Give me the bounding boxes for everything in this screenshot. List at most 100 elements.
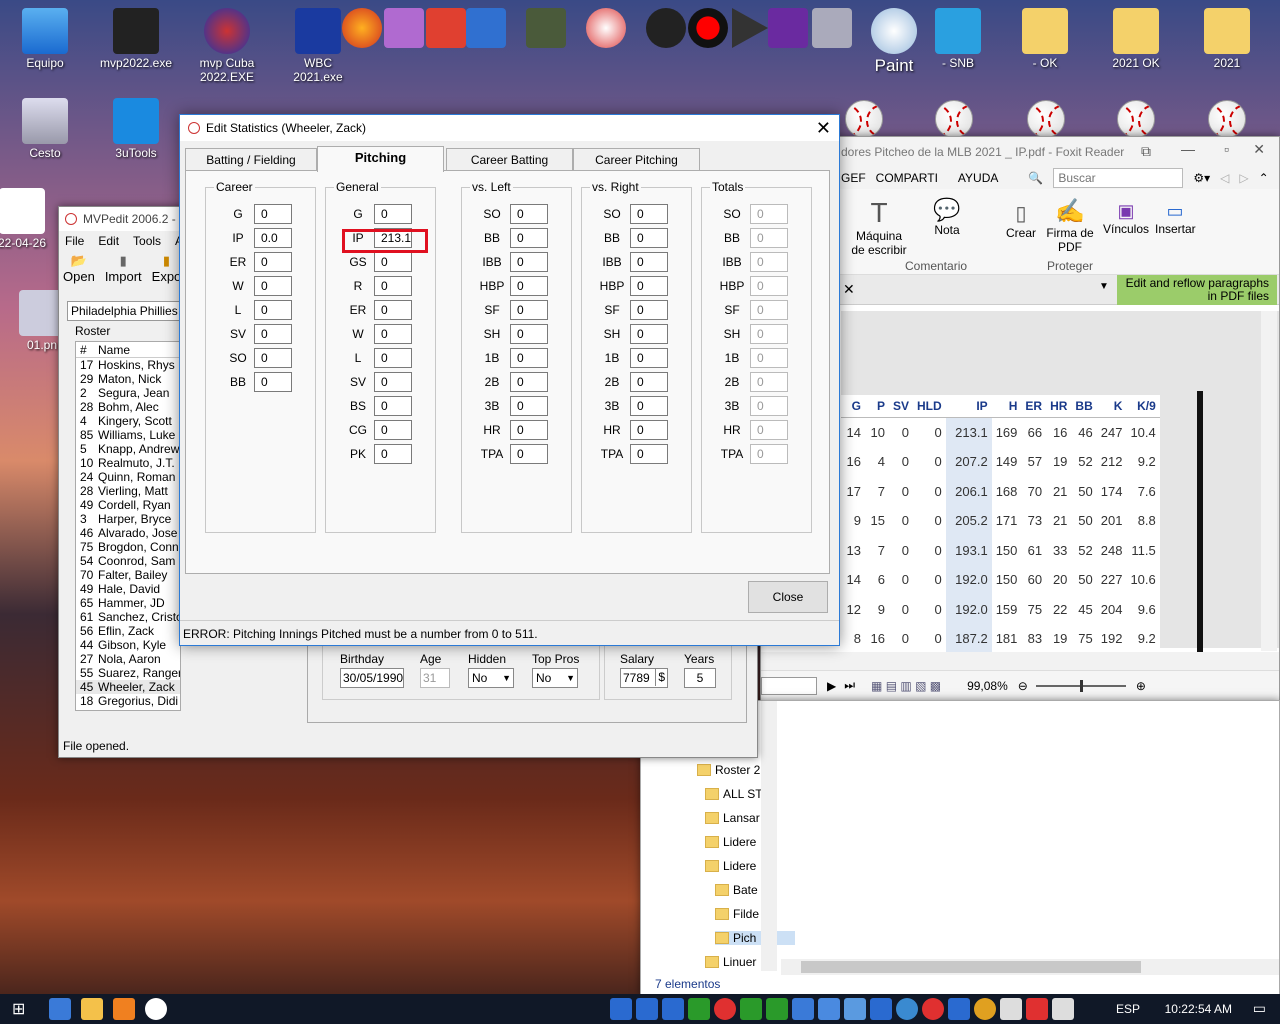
magic-wand-icon[interactable] <box>384 8 424 48</box>
desktop-icon-mvp2022[interactable]: mvp2022.exe <box>96 8 176 70</box>
stat-field-sh[interactable]: 0 <box>630 324 668 344</box>
column-header[interactable]: ER <box>1021 395 1047 418</box>
roster-row[interactable]: 75 Brogdon, Conno <box>76 540 180 554</box>
note-button[interactable]: 💬 Nota <box>927 197 967 237</box>
horizontal-scrollbar[interactable] <box>761 652 1279 670</box>
tray-icon[interactable] <box>792 998 814 1020</box>
column-header[interactable]: SV <box>889 395 914 418</box>
stat-field-sf[interactable]: 0 <box>510 300 548 320</box>
clock[interactable]: 10:22:54 AM <box>1165 1002 1232 1016</box>
baseball-icon[interactable] <box>1117 100 1155 138</box>
restore-icon[interactable]: ⧉ <box>1141 143 1151 160</box>
tree-item[interactable]: ALL ST <box>705 787 763 801</box>
roster-row[interactable]: 5 Knapp, Andrew <box>76 442 180 456</box>
tab-career-pitching[interactable]: Career Pitching <box>573 148 700 170</box>
top-pros-select[interactable]: No ▼ <box>532 668 578 688</box>
desktop-icon-2021ok[interactable]: 2021 OK <box>1096 8 1176 70</box>
column-header[interactable]: H <box>991 395 1022 418</box>
stat-field-hbp[interactable]: 0 <box>510 276 548 296</box>
roster-row[interactable]: 17 Hoskins, Rhys <box>76 358 180 372</box>
roster-row[interactable]: 29 Maton, Nick <box>76 372 180 386</box>
tree-item[interactable]: Lansar <box>705 811 760 825</box>
stat-field-sf[interactable]: 0 <box>630 300 668 320</box>
zoom-in-icon[interactable]: ⊕ <box>1136 679 1146 693</box>
stat-field-3b[interactable]: 0 <box>510 396 548 416</box>
tray-icon[interactable] <box>636 998 658 1020</box>
tray-icon[interactable] <box>1000 998 1022 1020</box>
tree-item[interactable]: Lidere <box>705 835 756 849</box>
tray-icon[interactable] <box>922 998 944 1020</box>
tray-icon[interactable] <box>714 998 736 1020</box>
cubes-icon[interactable] <box>466 8 506 48</box>
scrollbar-thumb[interactable] <box>801 961 1141 973</box>
tree-item[interactable]: Lidere <box>705 859 756 873</box>
minimize-icon[interactable]: — <box>1181 141 1195 157</box>
close-button[interactable]: Close <box>748 581 828 613</box>
volume-icon[interactable] <box>1052 998 1074 1020</box>
stat-field-l[interactable]: 0 <box>254 300 292 320</box>
zoom-level[interactable]: 99,08% <box>967 679 1008 693</box>
stat-field-w[interactable]: 0 <box>254 276 292 296</box>
view-mode-icon[interactable]: ▦ ▤ ▥ ▧ ▩ <box>871 679 941 693</box>
notification-icon[interactable]: ▭ <box>1253 1000 1266 1017</box>
maximize-icon[interactable]: ▫ <box>1224 141 1229 157</box>
stat-field-ip[interactable]: 0.0 <box>254 228 292 248</box>
desktop-icon-ok[interactable]: - OK <box>1005 8 1085 70</box>
import-button[interactable]: ▮ Import <box>105 253 142 284</box>
tray-icon[interactable] <box>948 998 970 1020</box>
roster-row[interactable]: 10 Realmuto, J.T. <box>76 456 180 470</box>
camera-icon[interactable] <box>812 8 852 48</box>
open-button[interactable]: 📂 Open <box>63 253 95 284</box>
stat-field-tpa[interactable]: 0 <box>510 444 548 464</box>
vertical-scrollbar[interactable] <box>1261 311 1277 651</box>
desktop-icon-snb[interactable]: - SNB <box>918 8 998 70</box>
baseball-icon[interactable] <box>1208 100 1246 138</box>
roster-row[interactable]: 3 Harper, Bryce <box>76 512 180 526</box>
stat-field-bb[interactable]: 0 <box>254 372 292 392</box>
roster-row[interactable]: 56 Eflin, Zack <box>76 624 180 638</box>
desktop-icon-equipo[interactable]: Equipo <box>5 8 85 70</box>
menu-file[interactable]: File <box>65 234 84 248</box>
roster-row[interactable]: 27 Nola, Aaron <box>76 652 180 666</box>
tray-icon[interactable] <box>662 998 684 1020</box>
stat-field-w[interactable]: 0 <box>374 324 412 344</box>
column-header[interactable]: P <box>865 395 889 418</box>
video-app-icon[interactable] <box>768 8 808 48</box>
column-header[interactable]: IP <box>945 395 992 418</box>
stat-field-so[interactable]: 0 <box>630 204 668 224</box>
stat-field-gs[interactable]: 0 <box>374 252 412 272</box>
horizontal-scrollbar[interactable] <box>781 959 1279 975</box>
create-button[interactable]: ▯ Crear <box>1001 201 1041 240</box>
tree-item[interactable]: Linuer <box>705 955 756 969</box>
tray-icon[interactable] <box>896 998 918 1020</box>
tree-item[interactable]: Bate <box>715 883 758 897</box>
desktop-icon-mvp-cuba[interactable]: mvp Cuba 2022.EXE <box>187 8 267 84</box>
stat-field-sv[interactable]: 0 <box>254 324 292 344</box>
roster-row[interactable]: 24 Quinn, Roman <box>76 470 180 484</box>
column-header[interactable]: K <box>1096 395 1127 418</box>
roster-row[interactable]: 45 Wheeler, Zack <box>76 680 180 694</box>
stat-field-bs[interactable]: 0 <box>374 396 412 416</box>
last-page-icon[interactable]: ⏭ <box>844 678 855 693</box>
tree-item[interactable]: Pich <box>715 931 795 945</box>
roster-row[interactable]: 49 Cordell, Ryan <box>76 498 180 512</box>
tree-item[interactable]: Roster 2 <box>697 763 760 777</box>
stat-field-bb[interactable]: 0 <box>630 228 668 248</box>
taskbar-app-icon[interactable] <box>49 998 72 1020</box>
stat-field-g[interactable]: 0 <box>374 204 412 224</box>
column-header[interactable]: HLD <box>913 395 946 418</box>
windows-start-icon[interactable]: ⊞ <box>12 999 25 1019</box>
tray-icon[interactable] <box>610 998 632 1020</box>
baseball-icon[interactable] <box>845 100 883 138</box>
stat-field-r[interactable]: 0 <box>374 276 412 296</box>
stat-field-2b[interactable]: 0 <box>510 372 548 392</box>
stat-field-hr[interactable]: 0 <box>510 420 548 440</box>
roster-row[interactable]: 49 Hale, David <box>76 582 180 596</box>
stat-field-pk[interactable]: 0 <box>374 444 412 464</box>
stat-field-hbp[interactable]: 0 <box>630 276 668 296</box>
desktop-icon-3utools[interactable]: 3uTools <box>96 98 176 160</box>
tray-icon[interactable] <box>870 998 892 1020</box>
typewriter-button[interactable]: T Máquina de escribir <box>849 197 909 257</box>
mascot-icon[interactable] <box>646 8 686 48</box>
close-tab-icon[interactable]: ✕ <box>843 281 855 298</box>
